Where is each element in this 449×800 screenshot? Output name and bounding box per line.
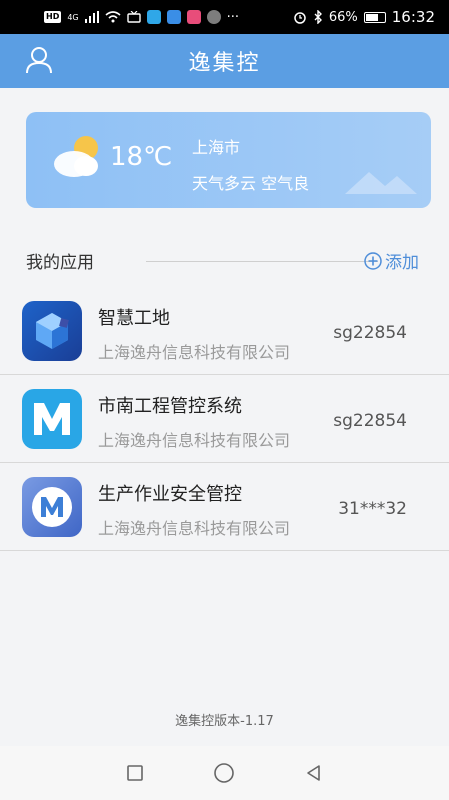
- signal-icon: [84, 11, 99, 23]
- add-label: 添加: [385, 253, 419, 273]
- app-name: 市南工程管控系统: [98, 396, 242, 417]
- section-divider: [146, 261, 378, 262]
- temperature: 18℃: [110, 142, 173, 172]
- app-q-icon: [146, 10, 161, 24]
- version-label: 逸集控版本-1.17: [175, 714, 274, 729]
- page-title: 逸集控: [188, 51, 261, 76]
- m-circle-logo-icon: [22, 477, 82, 537]
- weather-card[interactable]: 18℃ 上海市 天气多云 空气良: [26, 112, 431, 208]
- app-arrow-icon: [166, 10, 181, 24]
- battery-icon: [363, 11, 386, 23]
- city-name: 上海市: [192, 138, 241, 157]
- app-name: 生产作业安全管控: [98, 484, 242, 505]
- mountain-decoration: [345, 172, 417, 194]
- app-flower-icon: [186, 10, 201, 24]
- section-title: 我的应用: [26, 253, 94, 273]
- m-logo-icon: [22, 389, 82, 449]
- app-account: sg22854: [333, 411, 407, 431]
- network-type: 4G: [67, 12, 79, 22]
- bluetooth-icon: [314, 10, 322, 24]
- app-name: 智慧工地: [98, 308, 170, 329]
- apps-section-header: 我的应用 添加: [26, 246, 419, 276]
- status-right: 66% 16:32: [293, 8, 435, 26]
- app-item-smart-site[interactable]: 智慧工地 上海逸舟信息科技有限公司 sg22854: [0, 287, 449, 375]
- plus-circle-icon: [364, 251, 382, 270]
- home-icon[interactable]: [212, 761, 236, 785]
- clock: 16:32: [391, 8, 435, 26]
- cube-logo-icon: [22, 301, 82, 361]
- more-dots-icon: ···: [226, 9, 240, 25]
- weather-description: 天气多云 空气良: [192, 174, 310, 193]
- wifi-icon: [105, 11, 121, 23]
- app-account: sg22854: [333, 323, 407, 343]
- recent-apps-icon[interactable]: [123, 761, 147, 785]
- battery-percent: 66%: [328, 9, 358, 25]
- alarm-icon: [294, 12, 306, 24]
- add-app-button[interactable]: 添加: [364, 248, 419, 273]
- app-item-shinan-engineering[interactable]: 市南工程管控系统 上海逸舟信息科技有限公司 sg22854: [0, 375, 449, 463]
- user-icon[interactable]: [24, 45, 54, 75]
- app-compass-icon: [206, 10, 221, 24]
- app-company: 上海逸舟信息科技有限公司: [98, 519, 291, 538]
- partly-cloudy-icon: [54, 136, 98, 177]
- app-header: 逸集控: [0, 34, 449, 88]
- hd-icon: HD: [44, 11, 62, 23]
- app-company: 上海逸舟信息科技有限公司: [98, 343, 291, 362]
- app-list: 智慧工地 上海逸舟信息科技有限公司 sg22854 市南工程管控系统 上海逸舟信…: [0, 287, 449, 551]
- system-nav-bar: [0, 746, 449, 800]
- back-icon[interactable]: [302, 761, 326, 785]
- status-bar: HD 4G ··· 66% 16:32: [0, 0, 449, 34]
- status-left: HD 4G ···: [44, 10, 239, 25]
- app-item-production-safety[interactable]: 生产作业安全管控 上海逸舟信息科技有限公司 31***32: [0, 463, 449, 551]
- app-account: 31***32: [338, 499, 407, 519]
- tv-icon: [126, 11, 141, 23]
- app-company: 上海逸舟信息科技有限公司: [98, 431, 291, 450]
